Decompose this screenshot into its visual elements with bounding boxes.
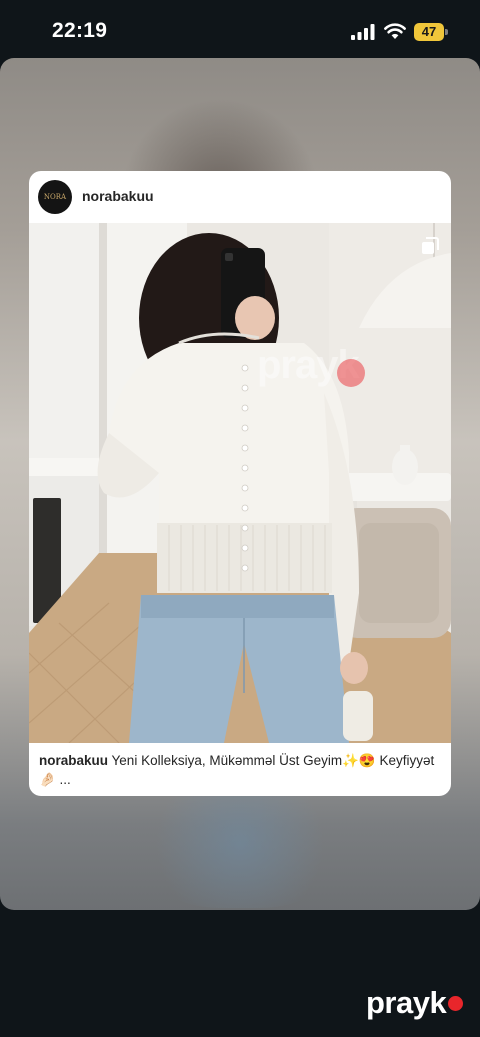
battery-level: 47: [414, 23, 444, 41]
status-bar: 22:19 47: [0, 0, 480, 60]
caption-username[interactable]: norabakuu: [39, 753, 108, 768]
post-photo[interactable]: prayk: [29, 223, 451, 743]
shared-post-card[interactable]: NORA norabakuu prayk norabakuu Yeni Koll…: [29, 171, 451, 796]
battery-icon: 47: [414, 23, 448, 41]
brand-dot: [448, 996, 463, 1011]
post-photo-illustration: [29, 223, 451, 743]
carousel-icon: [422, 237, 439, 254]
post-username[interactable]: norabakuu: [82, 188, 154, 204]
blurred-background-lower: [140, 778, 340, 908]
story-screen: 22:19 47 NORA norabakuu prayk norabakuu …: [0, 0, 480, 1037]
avatar[interactable]: NORA: [38, 180, 72, 214]
wifi-icon: [384, 23, 406, 39]
post-header[interactable]: NORA norabakuu: [29, 171, 451, 223]
battery-cap: [445, 29, 448, 35]
status-time: 22:19: [52, 19, 108, 42]
post-caption[interactable]: norabakuu Yeni Kolleksiya, Mükəmməl Üst …: [39, 751, 439, 789]
watermark-dot: [337, 359, 365, 387]
brand-text: prayk: [366, 985, 447, 1020]
cellular-signal-icon: [351, 24, 375, 40]
